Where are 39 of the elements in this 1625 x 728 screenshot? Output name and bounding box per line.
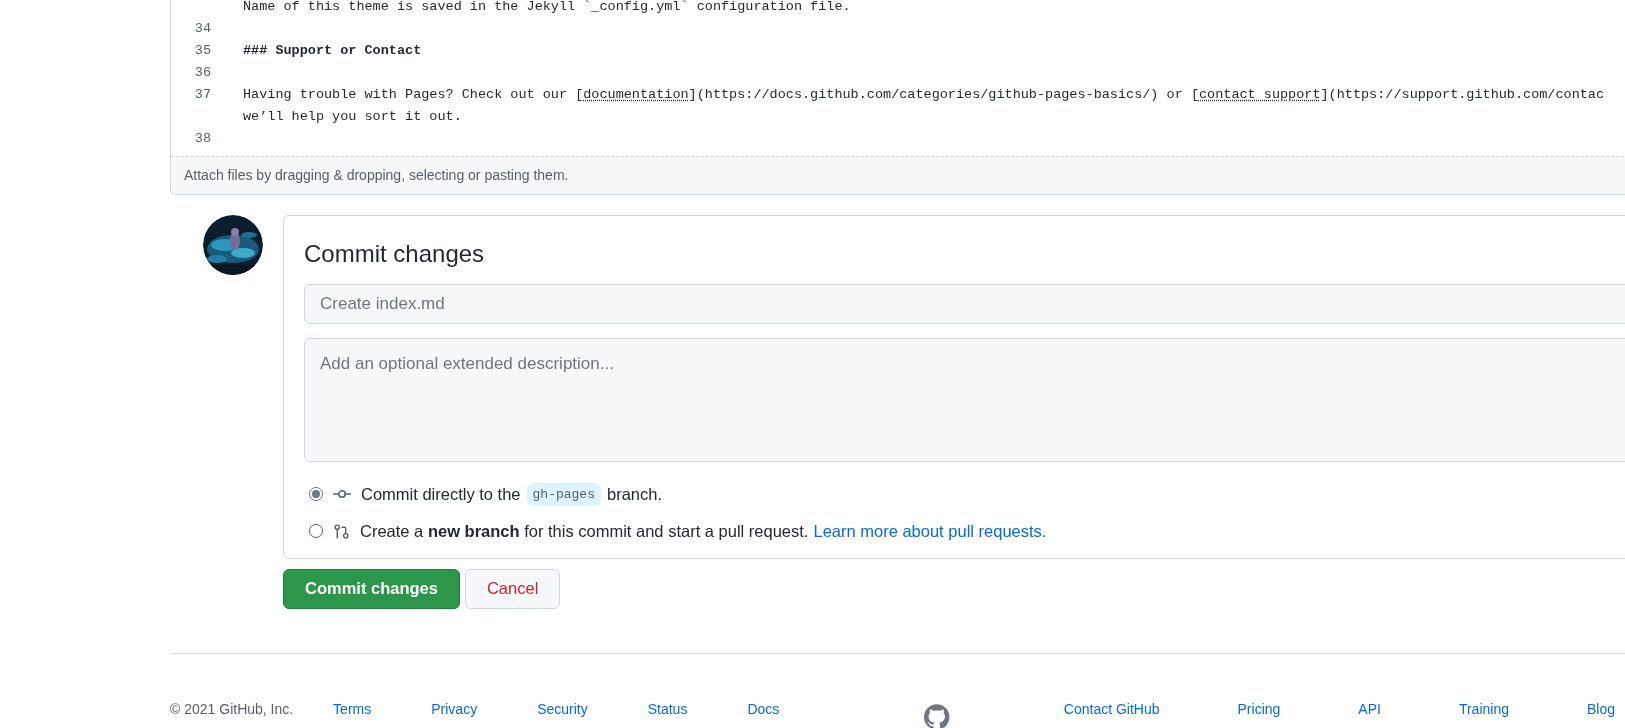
commit-button[interactable]: Commit changes [283, 568, 460, 609]
branch-name: gh-pages [526, 482, 601, 507]
footer-link[interactable]: Pricing [1237, 699, 1281, 720]
line-number: 37 [194, 87, 211, 102]
code-text: Name of this theme is saved in the Jekyll `_config.yml` configuration file. [243, 0, 851, 14]
option-label: branch. [606, 484, 662, 505]
code-link-text: contact support [1199, 87, 1321, 102]
learn-more-link[interactable]: Learn more about pull requests. [813, 518, 1047, 544]
line-number: 36 [194, 65, 211, 80]
option-label: Commit directly to the [361, 484, 521, 505]
github-logo-icon[interactable] [924, 701, 950, 728]
attach-bar[interactable]: Attach files by dragging & dropping, selecting or pasting them. [171, 156, 1625, 194]
description-field[interactable]: Add an optional extended description... [304, 338, 1625, 462]
footer-link[interactable]: Privacy [431, 699, 478, 720]
code-heading: ### Support or Contact [243, 43, 422, 58]
footer-link[interactable]: Blog [1586, 699, 1615, 720]
footer-link[interactable]: Contact GitHub [1063, 699, 1160, 720]
footer-link[interactable]: Training [1458, 699, 1509, 720]
cancel-button[interactable]: Cancel [464, 568, 561, 609]
footer-link[interactable]: API [1358, 699, 1381, 720]
code-text: Having trouble with Pages? Check out our [ [243, 87, 584, 102]
line-number: 38 [194, 131, 211, 146]
footer-link[interactable]: Docs [747, 699, 780, 720]
code-text: ](https://docs.github.com/categories/github-pages-basics/) or [ [688, 87, 1199, 102]
line-number: 34 [194, 21, 211, 36]
code-text: ](https://support.github.com/contac [1320, 87, 1605, 102]
code-text: we’ll help you sort it out. [243, 109, 462, 124]
commit-icon [333, 490, 351, 499]
commit-title: Commit changes [304, 239, 486, 269]
option-label: Create a new branch for this commit and start a pull request. [360, 520, 809, 542]
copyright-text: © 2021 GitHub, Inc. [170, 700, 295, 719]
attach-hint: Attach files by dragging & dropping, selecting or pasting them. [184, 166, 569, 185]
pull-request-icon [333, 522, 350, 540]
code-link-text: documentation [583, 87, 689, 102]
footer-link[interactable]: Security [537, 699, 588, 720]
footer-link[interactable]: Status [647, 699, 688, 720]
summary-field[interactable]: Create index.md [304, 284, 1625, 324]
line-number: 35 [194, 43, 211, 58]
footer-link[interactable]: Terms [333, 699, 372, 720]
